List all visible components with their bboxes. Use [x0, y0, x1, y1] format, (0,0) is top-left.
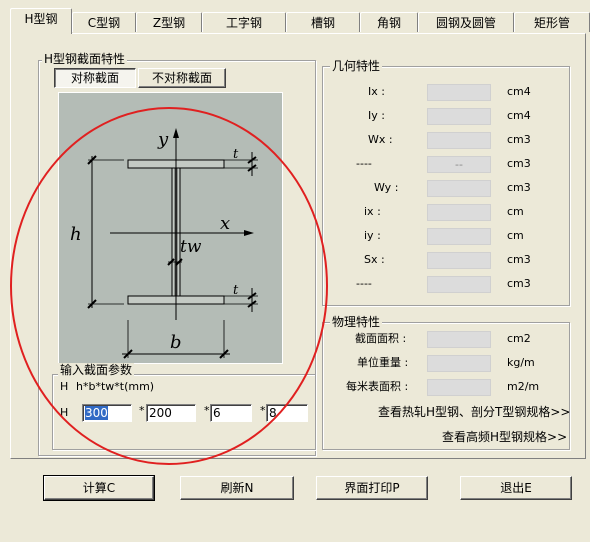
tab-label: 工字钢 — [225, 16, 262, 30]
tab-rect-tube[interactable]: 矩形管 — [514, 12, 590, 32]
geometry-unit: cm — [507, 229, 524, 242]
y-axis-label: y — [157, 129, 169, 150]
tab-round[interactable]: 圆钢及圆管 — [418, 12, 514, 32]
geometry-unit: cm3 — [507, 277, 531, 290]
formula-prefix: H — [60, 380, 69, 393]
geometry-label: ix : — [364, 205, 381, 218]
symmetric-section-button[interactable]: 对称截面 — [54, 68, 136, 88]
tab-z-steel[interactable]: Z型钢 — [136, 12, 202, 32]
t-input[interactable]: 8 — [266, 404, 308, 422]
physical-unit: kg/m — [507, 356, 535, 369]
geometry-value-field — [427, 84, 491, 101]
geometry-label: Iy : — [368, 109, 385, 122]
geometry-value-field — [427, 132, 491, 149]
refresh-button[interactable]: 刷新N — [180, 476, 294, 500]
hot-rolled-spec-link[interactable]: 查看热轧H型钢、剖分T型钢规格>> — [378, 403, 570, 420]
geometry-label: Sx : — [364, 253, 385, 266]
physical-label: 单位重量 : — [357, 356, 409, 369]
calculate-button[interactable]: 计算C — [43, 475, 155, 501]
h-input[interactable]: 300 — [82, 404, 132, 422]
tab-c-steel[interactable]: C型钢 — [72, 12, 136, 32]
physical-unit: cm2 — [507, 332, 531, 345]
print-button[interactable]: 界面打印P — [316, 476, 428, 500]
tab-label: 圆钢及圆管 — [435, 16, 496, 30]
h-section-diagram: y x h b tw t t — [58, 92, 283, 364]
tab-label: Z型钢 — [152, 16, 186, 30]
geometry-value-field — [427, 228, 491, 245]
geometry-value-field — [427, 204, 491, 221]
tw-label: tw — [180, 237, 202, 257]
asymmetric-section-button[interactable]: 不对称截面 — [138, 68, 226, 88]
physical-title: 物理特性 — [330, 315, 383, 329]
geometry-unit: cm — [507, 205, 524, 218]
separator: * — [139, 404, 145, 417]
h-label: h — [70, 224, 82, 245]
tw-input[interactable]: 6 — [210, 404, 252, 422]
row-label: H — [60, 406, 69, 419]
t-label-top: t — [233, 147, 239, 162]
input-params-title: 输入截面参数 — [58, 363, 135, 377]
physical-label: 每米表面积 : — [346, 380, 409, 393]
physical-unit: m2/m — [507, 380, 540, 393]
exit-button[interactable]: 退出E — [460, 476, 572, 500]
geometry-label: Wx : — [368, 133, 393, 146]
tab-h-steel[interactable]: H型钢 — [10, 8, 72, 34]
tab-bar: H型钢 C型钢 Z型钢 工字钢 槽钢 角钢 圆钢及圆管 矩形管 — [0, 8, 590, 34]
geometry-value-field — [427, 180, 491, 197]
geometry-unit: cm3 — [507, 181, 531, 194]
tab-label: C型钢 — [87, 16, 121, 30]
h-input-value: 300 — [85, 406, 108, 420]
physical-value-field — [427, 379, 491, 396]
geometry-label: Wy : — [374, 181, 399, 194]
geometry-label: ---- — [356, 157, 372, 170]
geometry-unit: cm3 — [507, 253, 531, 266]
physical-value-field — [427, 355, 491, 372]
tab-angle[interactable]: 角钢 — [360, 12, 418, 32]
geometry-unit: cm3 — [507, 133, 531, 146]
geometry-value-field — [427, 276, 491, 293]
tab-i-beam[interactable]: 工字钢 — [202, 12, 286, 32]
b-input[interactable]: 200 — [146, 404, 196, 422]
geometry-value-field — [427, 252, 491, 269]
physical-value-field — [427, 331, 491, 348]
tab-label: H型钢 — [24, 12, 58, 26]
section-group-title: H型钢截面特性 — [42, 52, 128, 66]
tab-label: 角钢 — [376, 16, 401, 30]
tab-label: 矩形管 — [533, 16, 570, 30]
tab-label: 槽钢 — [310, 16, 335, 30]
tab-channel[interactable]: 槽钢 — [286, 12, 360, 32]
hf-spec-link[interactable]: 查看高频H型钢规格>> — [442, 428, 567, 445]
geometry-unit: cm4 — [507, 109, 531, 122]
geometry-label: ---- — [356, 277, 372, 290]
geometry-title: 几何特性 — [330, 59, 383, 73]
geometry-unit: cm4 — [507, 85, 531, 98]
formula-text: h*b*tw*t(mm) — [76, 380, 155, 393]
physical-label: 截面面积 : — [355, 332, 407, 345]
t-label-bottom: t — [233, 283, 239, 298]
geometry-value-field: -- — [427, 156, 491, 173]
geometry-value-field — [427, 108, 491, 125]
geometry-unit: cm3 — [507, 157, 531, 170]
separator: * — [260, 404, 266, 417]
separator: * — [204, 404, 210, 417]
x-axis-label: x — [220, 213, 230, 234]
b-label: b — [170, 332, 182, 353]
geometry-label: iy : — [364, 229, 381, 242]
geometry-label: Ix : — [368, 85, 385, 98]
